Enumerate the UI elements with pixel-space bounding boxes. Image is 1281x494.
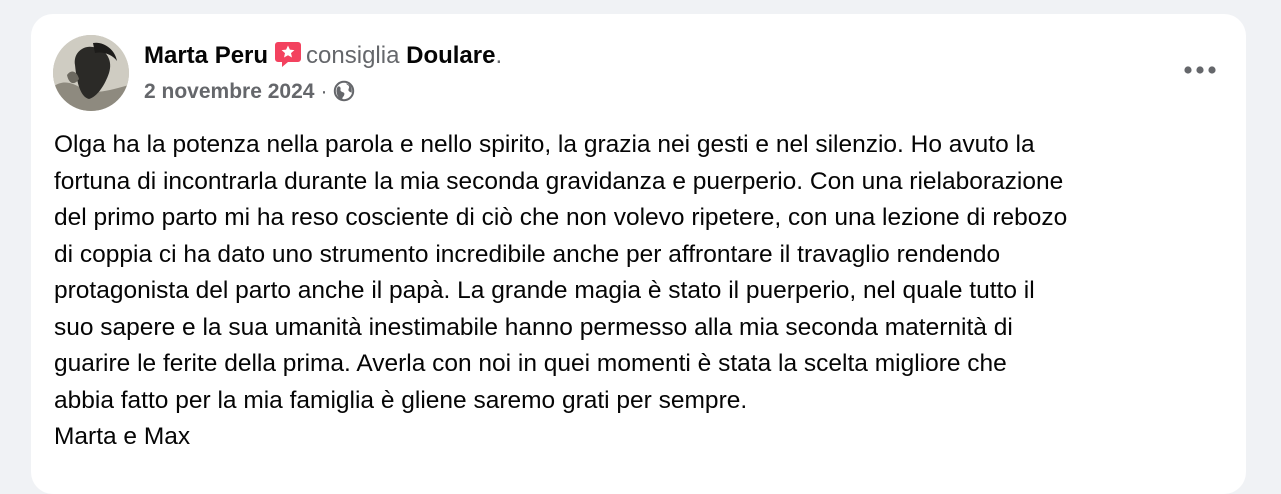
more-horizontal-icon [1184, 66, 1216, 74]
post-date[interactable]: 2 novembre 2024 [144, 80, 314, 103]
avatar-photo [53, 35, 129, 111]
more-options-button[interactable] [1176, 50, 1224, 90]
avatar[interactable] [53, 35, 129, 111]
post-meta: 2 novembre 2024 · [144, 78, 355, 110]
post-text: Olga ha la potenza nella parola e nello … [54, 131, 1068, 450]
author-name[interactable]: Marta Peru [144, 42, 268, 69]
header-punctuation: . [495, 42, 503, 69]
globe-icon[interactable] [333, 80, 355, 110]
post-card: Marta Peru consiglia Doulare. 2 novembre … [31, 14, 1246, 494]
recommend-verb: consiglia [306, 42, 400, 69]
post-header: Marta Peru consiglia Doulare. [144, 40, 502, 76]
meta-separator: · [320, 80, 328, 103]
recommended-page-link[interactable]: Doulare [406, 42, 495, 69]
recommend-badge-icon [274, 40, 302, 76]
